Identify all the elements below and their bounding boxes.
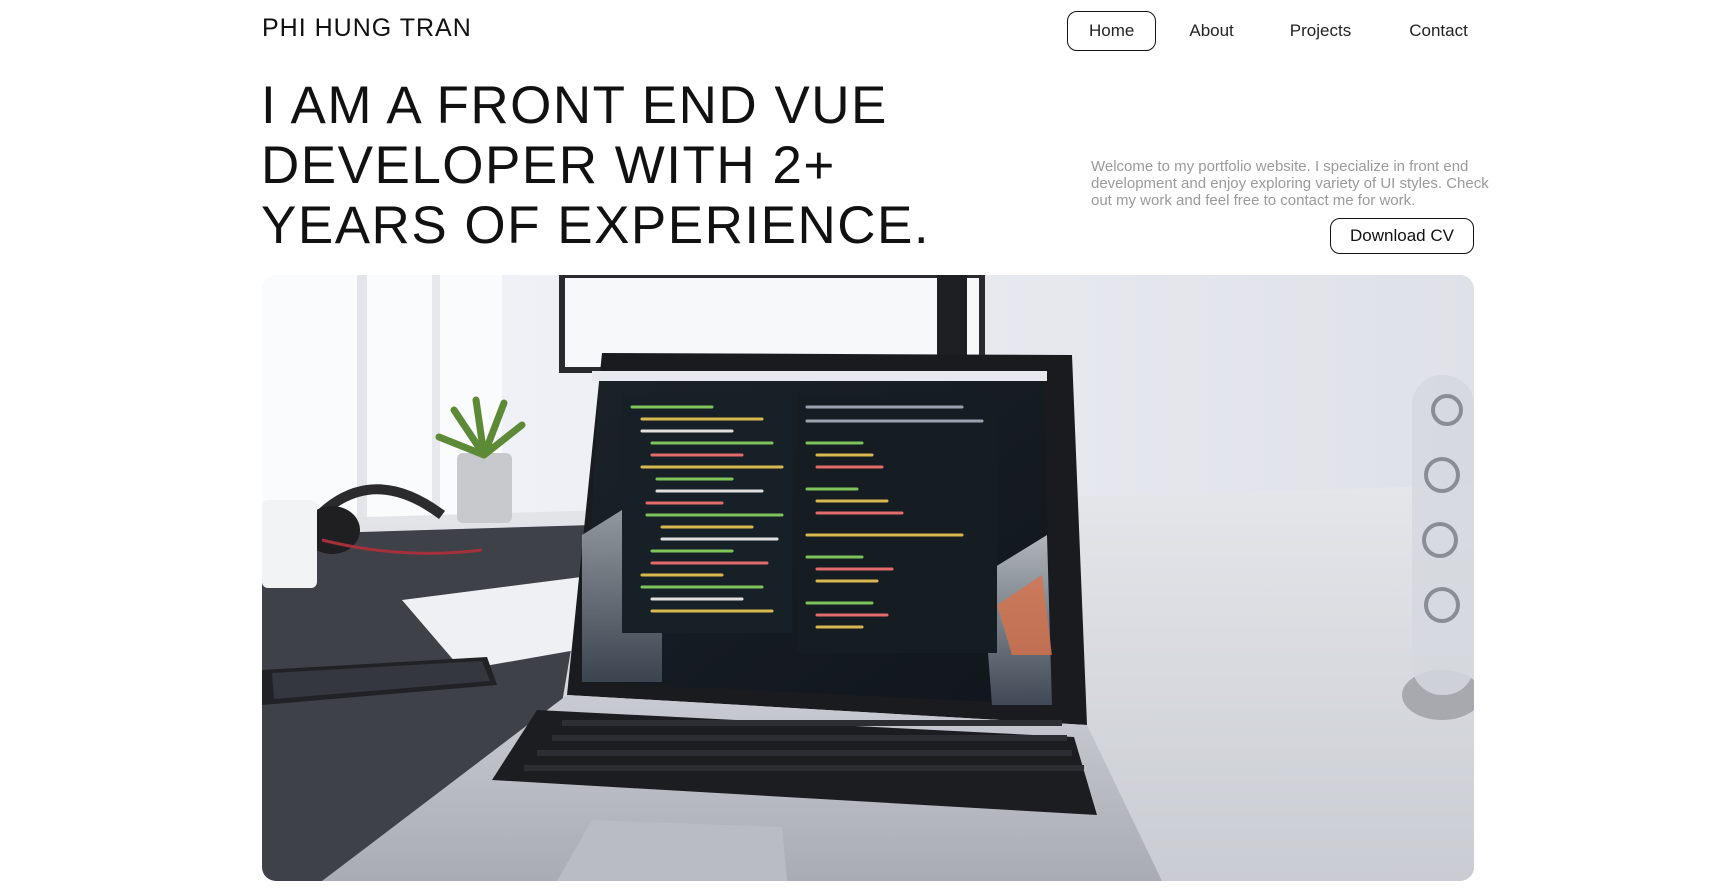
headline-line-1: I AM A FRONT END VUE (261, 76, 888, 135)
portfolio-page: PHI HUNG TRAN Home About Projects Contac… (0, 0, 1726, 890)
hero-headline: I AM A FRONT END VUE DEVELOPER WITH 2+ Y… (261, 76, 961, 256)
nav-home[interactable]: Home (1067, 11, 1157, 51)
laptop-photo-illustration (262, 275, 1474, 881)
headline-line-2: DEVELOPER WITH 2+ (261, 136, 836, 195)
nav-about[interactable]: About (1168, 11, 1254, 51)
download-cv-button[interactable]: Download CV (1330, 218, 1474, 254)
main-nav: Home About Projects Contact (1067, 11, 1489, 51)
nav-projects[interactable]: Projects (1269, 11, 1372, 51)
intro-text: Welcome to my portfolio website. I speci… (1091, 158, 1489, 209)
nav-contact[interactable]: Contact (1388, 11, 1489, 51)
hero-image (262, 275, 1474, 881)
headline-line-3: YEARS OF EXPERIENCE. (261, 196, 931, 255)
brand-name[interactable]: PHI HUNG TRAN (262, 14, 472, 43)
